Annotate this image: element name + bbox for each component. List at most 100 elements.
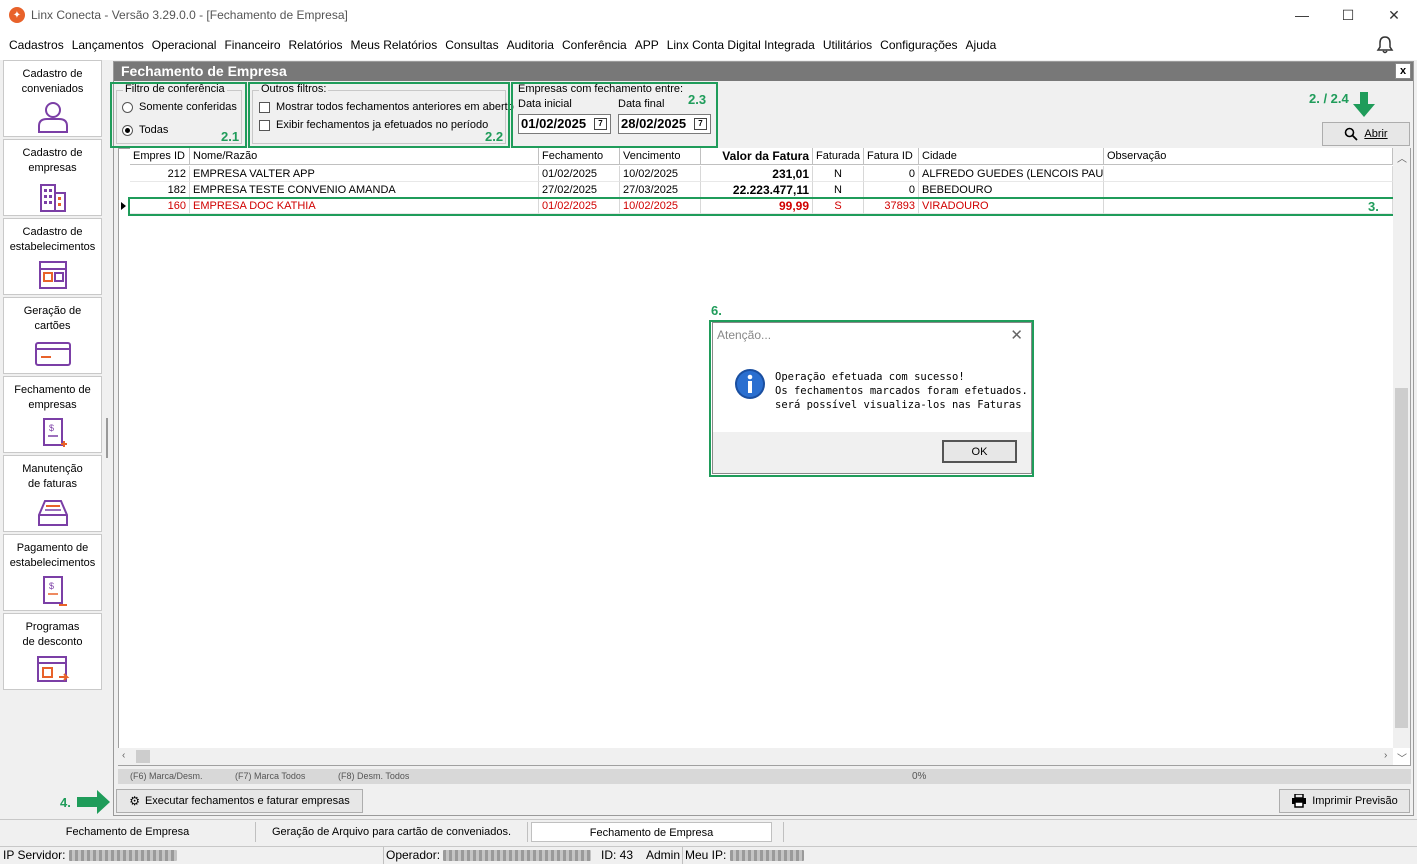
table-row-cell[interactable]: S [813,198,864,214]
sidebar-item-cadastro-empresas[interactable]: Cadastro de empresas [3,139,102,216]
table-row-cell[interactable]: 182 [130,182,190,198]
menu-relatorios[interactable]: Relatórios [285,38,347,52]
tab-fechamento-empresa-active[interactable]: Fechamento de Empresa [531,822,772,842]
executar-fechamentos-button[interactable]: ⚙ Executar fechamentos e faturar empresa… [116,789,363,813]
col-nome-razao[interactable]: Nome/Razão [190,148,539,165]
col-fechamento[interactable]: Fechamento [539,148,620,165]
data-inicial-input[interactable]: 01/02/2025 7 [518,114,611,134]
discount-icon [36,656,69,682]
table-row-cell[interactable]: N [813,182,864,198]
table-row-cell[interactable]: 27/02/2025 [539,182,620,198]
calendar-icon[interactable]: 7 [594,118,607,130]
menu-ajuda[interactable]: Ajuda [962,38,1001,52]
table-row-cell[interactable]: 160 [130,198,190,214]
gears-icon: ⚙ [129,794,140,808]
col-fatura-id[interactable]: Fatura ID [864,148,919,165]
menu-conta-digital[interactable]: Linx Conta Digital Integrada [663,38,819,52]
table-row-cell[interactable]: 231,01 [701,166,813,182]
radio-todas[interactable]: Todas [122,124,168,136]
radio-somente-conferidas[interactable]: Somente conferidas [122,101,237,113]
menu-meus-relatorios[interactable]: Meus Relatórios [347,38,442,52]
scroll-down-icon[interactable]: ﹀ [1397,750,1407,765]
menu-auditoria[interactable]: Auditoria [503,38,558,52]
col-empres-id[interactable]: Empres ID [130,148,190,165]
menu-utilitarios[interactable]: Utilitários [819,38,876,52]
table-row-cell[interactable]: 0 [864,166,919,182]
calendar-icon[interactable]: 7 [694,118,707,130]
printer-icon [1292,794,1307,808]
table-row-cell[interactable]: EMPRESA TESTE CONVENIO AMANDA [190,182,539,198]
imprimir-previsao-button[interactable]: Imprimir Previsão [1279,789,1410,813]
maximize-icon[interactable]: ☐ [1325,0,1371,30]
info-icon [735,369,765,399]
menu-app[interactable]: APP [631,38,663,52]
notification-bell-icon[interactable] [1375,35,1395,55]
table-row-cell[interactable]: 0 [864,182,919,198]
app-logo-icon: ✦ [9,7,25,23]
green-arrow-right-icon [77,790,110,814]
col-faturada[interactable]: Faturada [813,148,864,165]
payment-icon: $ [42,576,67,606]
menu-consultas[interactable]: Consultas [441,38,502,52]
table-row-cell[interactable]: 10/02/2025 [620,166,701,182]
menu-conferencia[interactable]: Conferência [558,38,631,52]
scroll-left-icon[interactable]: ‹ [122,750,125,761]
sidebar-item-cadastro-conveniados[interactable]: Cadastro de conveniados [3,60,102,137]
marker-4: 4. [60,795,71,810]
scroll-up-icon[interactable]: ︿ [1397,150,1407,165]
table-row-cell[interactable] [1104,166,1393,182]
table-row-cell[interactable]: 27/03/2025 [620,182,701,198]
scroll-right-icon[interactable]: › [1384,750,1387,761]
table-row-cell[interactable] [1104,182,1393,198]
minimize-icon[interactable]: — [1279,0,1325,30]
panel-close-button[interactable]: x [1395,63,1411,79]
table-row-cell[interactable]: ALFREDO GUEDES (LENCOIS PAUL [919,166,1104,182]
progress-percent: 0% [912,771,927,782]
sidebar-item-cadastro-estabelecimentos[interactable]: Cadastro de estabelecimentos [3,218,102,295]
col-cidade[interactable]: Cidade [919,148,1104,165]
col-valor-fatura[interactable]: Valor da Fatura [701,148,813,165]
menu-financeiro[interactable]: Financeiro [220,38,284,52]
table-row-cell[interactable]: 212 [130,166,190,182]
table-row-cell[interactable]: 01/02/2025 [539,166,620,182]
col-vencimento[interactable]: Vencimento [620,148,701,165]
current-row-indicator-icon [121,202,126,210]
menu-configuracoes[interactable]: Configurações [876,38,961,52]
menu-lancamentos[interactable]: Lançamentos [68,38,148,52]
table-row-cell[interactable]: BEBEDOURO [919,182,1104,198]
table-row-cell[interactable]: 01/02/2025 [539,198,620,214]
dialog-close-icon[interactable]: ✕ [1010,326,1023,344]
col-observacao[interactable]: Observação [1104,148,1393,165]
table-row-cell[interactable]: VIRADOURO [919,198,1104,214]
checkbox-exibir-efetuados[interactable]: Exibir fechamentos ja efetuados no perío… [259,119,488,131]
menu-operacional[interactable]: Operacional [148,38,221,52]
menu-cadastros[interactable]: Cadastros [5,38,68,52]
checkbox-mostrar-anteriores[interactable]: Mostrar todos fechamentos anteriores em … [259,101,514,113]
sidebar-item-pagamento-estabelecimentos[interactable]: Pagamento de estabelecimentos $ [3,534,102,611]
table-row-cell[interactable]: 37893 [864,198,919,214]
shortcut-f6: (F6) Marca/Desm. [130,771,203,781]
table-row-cell[interactable]: 99,99 [701,198,813,214]
shortcut-f7: (F7) Marca Todos [235,771,306,781]
data-final-input[interactable]: 28/02/2025 7 [618,114,711,134]
ok-button[interactable]: OK [942,440,1017,463]
grid-horizontal-scrollbar[interactable]: ‹ › [118,748,1393,765]
table-row-cell[interactable]: 22.223.477,11 [701,182,813,198]
sidebar-item-manutencao-faturas[interactable]: Manutenção de faturas [3,455,102,532]
table-row-cell[interactable]: EMPRESA VALTER APP [190,166,539,182]
tab-geracao-arquivo[interactable]: Geração de Arquivo para cartão de conven… [256,822,528,842]
close-icon[interactable]: ✕ [1371,0,1417,30]
table-row-cell[interactable] [1104,198,1393,214]
table-row-cell[interactable]: 10/02/2025 [620,198,701,214]
sidebar-item-fechamento-empresas[interactable]: Fechamento de empresas $ [3,376,102,453]
abrir-button[interactable]: Abrir [1322,122,1410,146]
table-row-cell[interactable]: N [813,166,864,182]
table-row-cell[interactable]: EMPRESA DOC KATHIA [190,198,539,214]
sidebar-item-geracao-cartoes[interactable]: Geração de cartões [3,297,102,374]
sidebar-item-programas-desconto[interactable]: Programas de desconto [3,613,102,690]
green-arrow-down-icon [1353,92,1375,117]
sidebar-splitter[interactable] [104,60,113,816]
tab-fechamento-empresa[interactable]: Fechamento de Empresa [0,822,256,842]
grid-vertical-scrollbar[interactable]: ︿ [1393,148,1410,748]
svg-text:$: $ [49,581,54,591]
